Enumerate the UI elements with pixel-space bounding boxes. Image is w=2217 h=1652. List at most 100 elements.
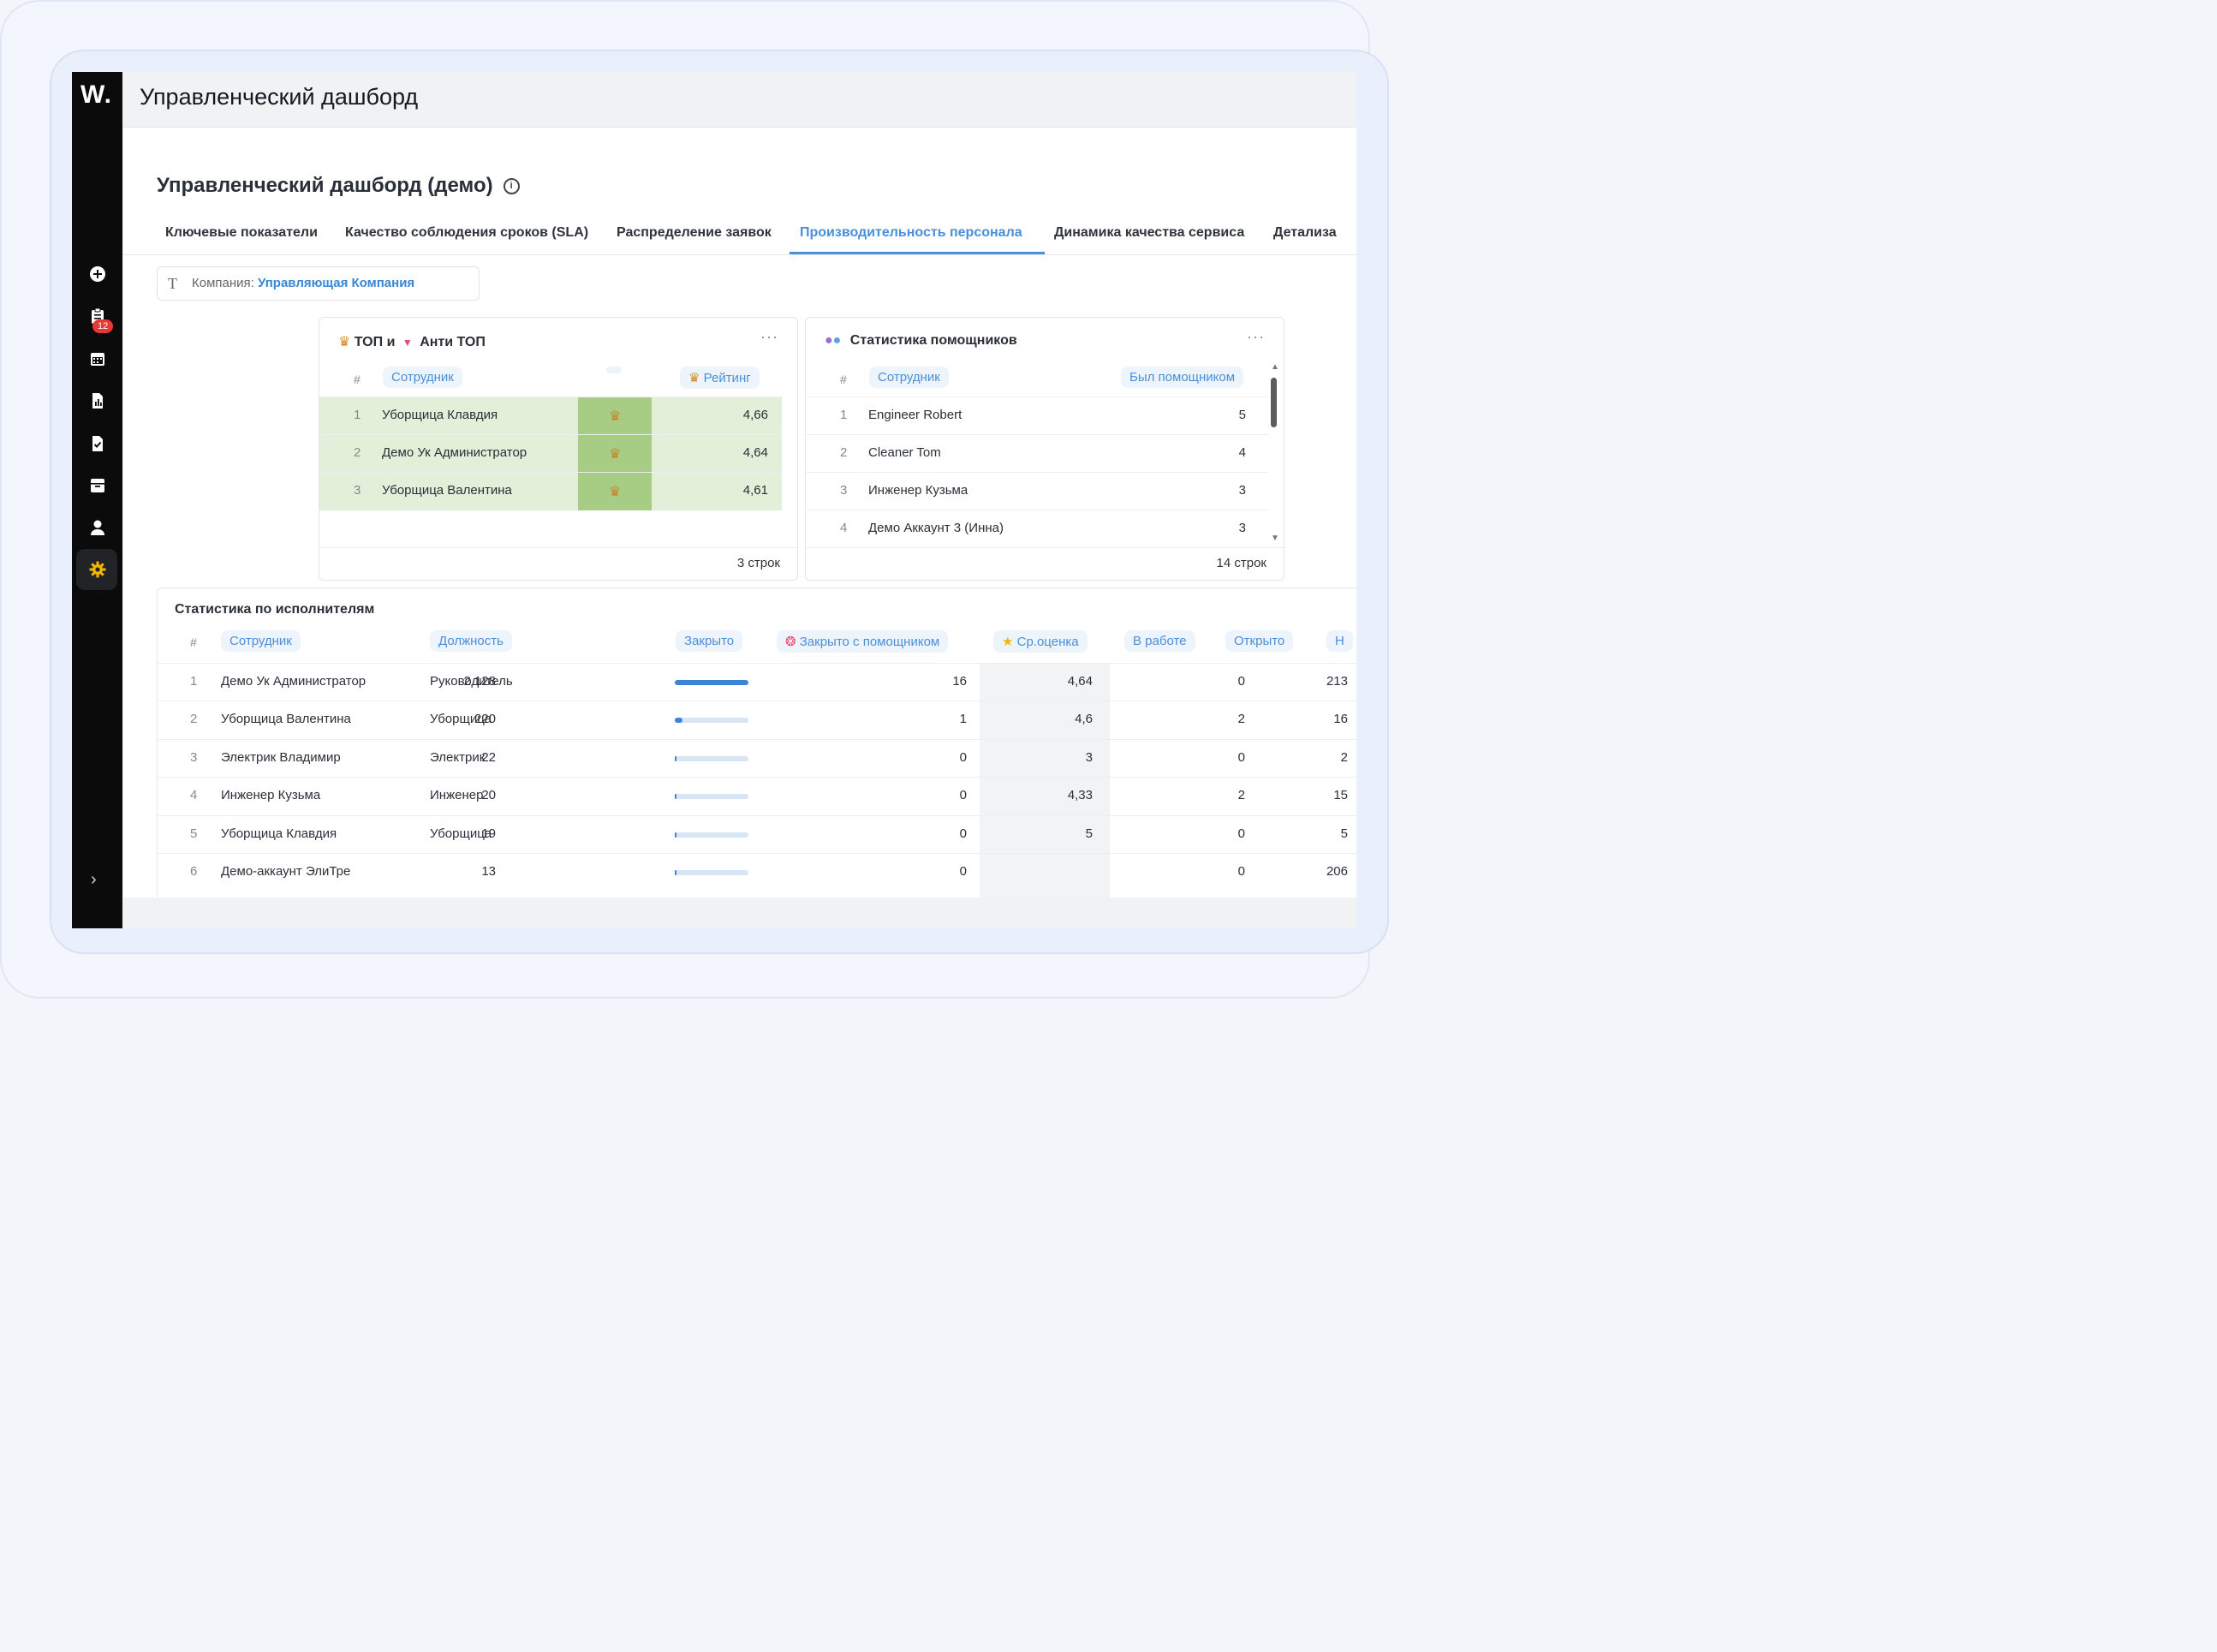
tab-details[interactable]: Детализа	[1273, 225, 1337, 241]
tab-sla[interactable]: Качество соблюдения сроков (SLA)	[345, 225, 588, 241]
closed-progress-fill	[675, 832, 676, 838]
tab-quality-dynamics[interactable]: Динамика качества сервиса	[1054, 225, 1244, 241]
open-value: 2	[1340, 749, 1348, 765]
col-helper-header[interactable]: Был помощником	[1121, 367, 1244, 388]
tab-staff-performance[interactable]: Производительность персонала	[800, 225, 1022, 241]
rating-value: 4,66	[742, 408, 768, 422]
table-row[interactable]: 1 Демо Ук Администратор Руководитель 2 128 1…	[158, 663, 1356, 701]
col-closed-header[interactable]: Закрыто	[676, 630, 743, 652]
table-row[interactable]: 3 Электрик Владимир Электрик 22 0 3 0 2	[158, 738, 1356, 778]
col-next-header[interactable]: Н	[1326, 630, 1353, 652]
scrollbar-thumb[interactable]	[1271, 378, 1277, 427]
helpers-icon: ●	[825, 333, 833, 348]
col-open-header[interactable]: Открыто	[1225, 630, 1294, 652]
scroll-up-icon[interactable]: ▲	[1271, 362, 1279, 372]
closed-helper-value: 16	[952, 674, 967, 689]
report-icon[interactable]	[86, 389, 110, 413]
sidebar: W. 12 ›	[72, 72, 122, 928]
employee-name: Инженер Кузьма	[221, 788, 321, 803]
closed-helper-label: Закрыто с помощником	[799, 635, 940, 649]
row-count: 14 строк	[1216, 556, 1266, 570]
closed-progress-fill	[675, 870, 676, 875]
filter-label: Компания:	[192, 276, 254, 290]
col-position-header[interactable]: Должность	[430, 630, 512, 652]
row-number: 2	[354, 445, 361, 460]
medal-icon: ♛	[338, 335, 351, 349]
col-employee-header[interactable]: Сотрудник	[383, 367, 462, 388]
app-title: Управленческий дашборд	[140, 84, 419, 110]
plus-icon[interactable]	[86, 262, 110, 286]
col-closed-helper-header[interactable]: ❂ Закрыто с помощником	[777, 630, 949, 653]
archive-icon[interactable]	[86, 474, 110, 498]
gear-icon[interactable]	[86, 558, 110, 581]
col-rating-header[interactable]: ♛ Рейтинг	[680, 367, 760, 389]
avg-rating-value: 4,64	[1067, 674, 1093, 689]
table-row[interactable]: 5 Уборщица Клавдия Уборщица 19 0 5 0 5	[158, 814, 1356, 854]
info-icon[interactable]: i	[503, 178, 520, 195]
table-row[interactable]: 1 Уборщица Клавдия ♛ 4,66	[319, 397, 782, 435]
employee-name: Уборщица Валентина	[382, 483, 512, 498]
col-avg-header[interactable]: ★ Ср.оценка	[993, 630, 1088, 653]
table-row[interactable]: 3 Инженер Кузьма 3	[806, 472, 1268, 510]
employee-name: Уборщица Валентина	[221, 712, 351, 727]
table-row[interactable]: 1 Engineer Robert 5	[806, 397, 1268, 435]
table-row[interactable]: 4 Демо Аккаунт 3 (Инна) 3	[806, 510, 1268, 548]
row-number: 2	[190, 712, 198, 727]
closed-progress-bar	[675, 680, 748, 685]
company-filter[interactable]: T Компания: Управляющая Компания	[157, 266, 480, 301]
inwork-value: 2	[1237, 712, 1245, 727]
helpers-stats-card: ●● Статистика помощников ··· # Сотрудник…	[805, 317, 1284, 581]
app-window: W. 12 › Управленческий дашборд Управленч…	[72, 72, 1356, 928]
executors-card-title: Статистика по исполнителям	[175, 602, 375, 617]
open-value: 206	[1326, 864, 1348, 879]
col-employee-header[interactable]: Сотрудник	[869, 367, 949, 388]
medal-icon: ♛	[609, 485, 622, 499]
table-row[interactable]: 4 Инженер Кузьма Инженер 20 0 4,33 2 15	[158, 777, 1356, 815]
dashboard-content: Управленческий дашборд (демо) i Ключевые …	[123, 127, 1356, 915]
row-number: 6	[190, 864, 198, 879]
col-employee-header[interactable]: Сотрудник	[221, 630, 301, 652]
helpers-card-title: ●● Статистика помощников	[825, 333, 1017, 349]
footer-divider	[319, 547, 797, 548]
closed-value: 2 128	[463, 674, 496, 689]
col-inwork-header[interactable]: В работе	[1124, 630, 1195, 652]
table-row[interactable]: 3 Уборщица Валентина ♛ 4,61	[319, 472, 782, 510]
employee-name: Engineer Robert	[868, 408, 962, 422]
helper-count: 4	[1238, 445, 1246, 460]
closed-helper-value: 0	[959, 826, 967, 841]
notification-badge: 12	[92, 319, 114, 333]
medal-cell: ♛	[578, 435, 652, 473]
col-medal-header[interactable]	[606, 367, 622, 373]
helpers-card-menu-button[interactable]: ···	[1247, 328, 1265, 346]
closed-progress-bar	[675, 755, 748, 761]
active-tab-indicator	[790, 252, 1045, 254]
top-title-a: ТОП и	[354, 335, 396, 349]
calendar-icon[interactable]	[86, 347, 110, 371]
closed-progress-bar	[675, 794, 748, 800]
closed-progress-bar	[675, 870, 748, 875]
medal-icon: ♛	[609, 409, 622, 424]
page-title-text: Управленческий дашборд (демо)	[157, 174, 493, 197]
employee-name: Демо Ук Администратор	[221, 674, 367, 689]
expand-sidebar-icon[interactable]: ›	[91, 870, 97, 890]
table-row[interactable]: 6 Демо-аккаунт ЭлиТре 13 0 0 206	[158, 853, 1356, 892]
top-card-menu-button[interactable]: ···	[760, 328, 778, 346]
tab-distribution[interactable]: Распределение заявок	[617, 225, 772, 241]
table-row[interactable]: 2 Cleaner Tom 4	[806, 434, 1268, 473]
closed-value: 19	[481, 826, 496, 841]
user-icon[interactable]	[86, 516, 110, 540]
table-row[interactable]: 2 Уборщица Валентина Уборщица 220 1 4,6 2 16	[158, 701, 1356, 739]
tab-key-metrics[interactable]: Ключевые показатели	[165, 225, 318, 241]
table-row[interactable]: 2 Демо Ук Администратор ♛ 4,64	[319, 434, 782, 473]
logo[interactable]: W.	[80, 81, 112, 110]
closed-value: 22	[481, 749, 496, 765]
task-check-icon[interactable]	[86, 432, 110, 456]
closed-progress-fill	[675, 794, 676, 800]
closed-value: 20	[481, 788, 496, 803]
helper-count: 5	[1238, 408, 1246, 422]
closed-value: 220	[474, 712, 496, 727]
rating-value: 4,64	[742, 445, 768, 460]
scroll-down-icon[interactable]: ▼	[1271, 534, 1279, 543]
medal-cell: ♛	[578, 473, 652, 510]
employee-name: Уборщица Клавдия	[221, 826, 337, 841]
